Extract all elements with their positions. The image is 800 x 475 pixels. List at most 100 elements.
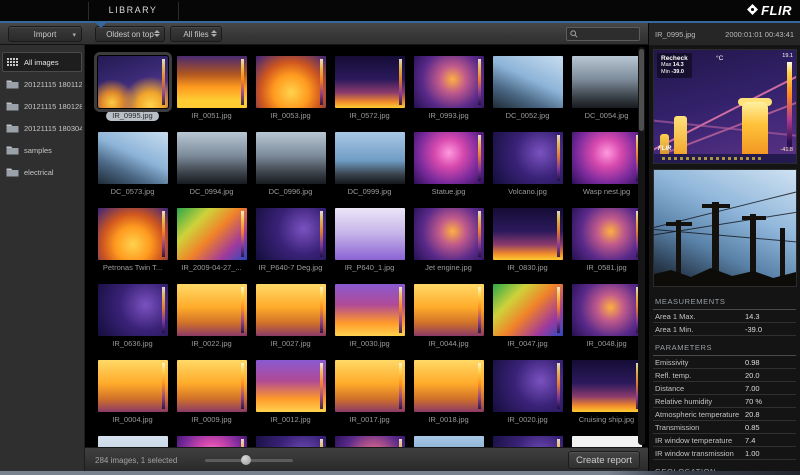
thumbnail[interactable] <box>177 208 247 260</box>
sort-select[interactable]: Oldest on top <box>95 26 165 42</box>
thumbnail[interactable] <box>493 360 563 412</box>
thumbnail[interactable] <box>493 284 563 336</box>
thumbnail[interactable] <box>493 436 563 447</box>
thumbnail[interactable] <box>335 56 405 108</box>
selected-file-info: IR_0995.jpg 2000:01:01 00:43:41 <box>648 23 800 45</box>
thumbnail[interactable] <box>414 284 484 336</box>
sidebar-item-20121115-180112[interactable]: 20121115 180112 <box>2 74 82 94</box>
thumbnail-cell: IR_0027.jpg <box>251 281 330 357</box>
zoom-slider[interactable] <box>205 454 293 466</box>
insulator-shape <box>674 116 687 156</box>
tab-library[interactable]: LIBRARY <box>88 0 178 21</box>
thumbnail[interactable] <box>493 56 563 108</box>
thumbnail[interactable] <box>335 208 405 260</box>
sidebar-item-electrical[interactable]: electrical <box>2 162 82 182</box>
info-value: 7.00 <box>745 384 760 393</box>
thumbnail[interactable] <box>493 132 563 184</box>
thumbnail[interactable] <box>98 132 168 184</box>
thumbnail[interactable] <box>414 436 484 447</box>
thumbnail[interactable] <box>177 436 247 447</box>
ir-preview[interactable]: Recheck Max 14.3 Min -39.0 °C 19.1 -41.8… <box>653 49 797 164</box>
search-box[interactable] <box>566 27 640 41</box>
thumbnail[interactable] <box>177 284 247 336</box>
thumbnail[interactable] <box>572 284 642 336</box>
thumbnail-label: IR_0018.jpg <box>428 415 468 424</box>
thumbnail[interactable] <box>414 56 484 108</box>
scrollbar[interactable] <box>638 47 645 445</box>
flir-logo-text: FLIR <box>761 3 792 18</box>
thumbnail[interactable] <box>572 56 642 108</box>
up-down-arrows-icon <box>154 30 160 37</box>
thumbnail-cell: IR_0030.jpg <box>330 281 409 357</box>
temperature-scale-bar <box>787 62 792 147</box>
thumbnail-label: IR_0009.jpg <box>191 415 231 424</box>
thumbnail[interactable] <box>335 284 405 336</box>
folder-icon <box>6 145 19 155</box>
thumbnail[interactable] <box>256 208 326 260</box>
info-value: 70 % <box>745 397 762 406</box>
thumbnail[interactable] <box>256 360 326 412</box>
thumbnail[interactable] <box>414 132 484 184</box>
thumbnail[interactable]: FLIR <box>572 436 642 447</box>
info-label: IR window transmission <box>653 449 745 458</box>
thumbnail[interactable] <box>98 208 168 260</box>
import-button[interactable]: Import ▾ <box>8 26 82 42</box>
toolbar: Import ▾ Oldest on top All files IR_0995… <box>0 23 800 45</box>
folder-icon <box>6 79 19 89</box>
info-value: 14.3 <box>745 312 760 321</box>
thumbnail[interactable] <box>177 360 247 412</box>
zoom-slider-knob[interactable] <box>241 455 251 465</box>
section-header-measurements: MEASUREMENTS <box>653 293 796 310</box>
thumbnail[interactable] <box>256 56 326 108</box>
thumbnail-cell: IR_0018.jpg <box>409 357 488 433</box>
info-label: Area 1 Max. <box>653 312 745 321</box>
sidebar-item-label: 20121115 180112 <box>24 80 82 89</box>
thumbnail[interactable] <box>177 56 247 108</box>
info-row: Emissivity0.98 <box>653 356 796 369</box>
flir-logo-icon <box>747 3 758 18</box>
thumbnail-cell: FLIR <box>567 433 646 447</box>
thumbnail[interactable] <box>335 132 405 184</box>
thumbnail[interactable] <box>177 132 247 184</box>
scrollbar-thumb[interactable] <box>639 49 644 131</box>
thumbnail-cell: IR_0020.jpg <box>488 357 567 433</box>
thumbnail[interactable] <box>98 436 168 447</box>
thumbnail-cell: IR_0830.jpg <box>488 205 567 281</box>
thumbnail[interactable] <box>98 56 168 108</box>
filter-select[interactable]: All files <box>170 26 222 42</box>
thumbnail[interactable] <box>98 284 168 336</box>
info-row: Atmospheric temperature20.8 <box>653 408 796 421</box>
sidebar-item-20121115-180128[interactable]: 20121115 180128 <box>2 96 82 116</box>
thumbnail-cell: DC_0999.jpg <box>330 129 409 205</box>
thumbnail-label: IR_0048.jpg <box>586 339 626 348</box>
thumbnail[interactable] <box>256 132 326 184</box>
folder-icon <box>6 167 19 177</box>
thumbnail[interactable] <box>414 360 484 412</box>
thumbnail-label: Petronas Twin T... <box>103 263 162 272</box>
sidebar-item-all-images[interactable]: All images <box>2 52 82 72</box>
thumbnail[interactable] <box>256 436 326 447</box>
photo-preview[interactable] <box>653 169 797 287</box>
search-input[interactable] <box>578 29 636 40</box>
thumbnail[interactable] <box>256 284 326 336</box>
thumbnail[interactable] <box>335 436 405 447</box>
thumbnail[interactable] <box>493 208 563 260</box>
thumbnail-label: DC_0994.jpg <box>190 187 234 196</box>
thumbnail-cell: DC_0573.jpg <box>93 129 172 205</box>
thumbnail[interactable] <box>572 360 642 412</box>
wire <box>653 226 797 254</box>
sidebar-item-samples[interactable]: samples <box>2 140 82 160</box>
thumbnail[interactable] <box>414 208 484 260</box>
create-report-button[interactable]: Create report <box>568 451 640 469</box>
thumbnail-cell: IR_0017.jpg <box>330 357 409 433</box>
thumbnail[interactable] <box>572 132 642 184</box>
info-row: Refl. temp.20.0 <box>653 369 796 382</box>
thumbnail-cell: IR_2009-04-27_... <box>172 205 251 281</box>
sidebar-item-20121115-180304[interactable]: 20121115 180304 <box>2 118 82 138</box>
thumbnail[interactable] <box>335 360 405 412</box>
thumbnail[interactable] <box>572 208 642 260</box>
thumbnail-label: IR_P640-7 Deg.jpg <box>259 263 323 272</box>
thumbnail-cell: Jet engine.jpg <box>409 205 488 281</box>
search-icon <box>570 25 578 43</box>
thumbnail[interactable] <box>98 360 168 412</box>
